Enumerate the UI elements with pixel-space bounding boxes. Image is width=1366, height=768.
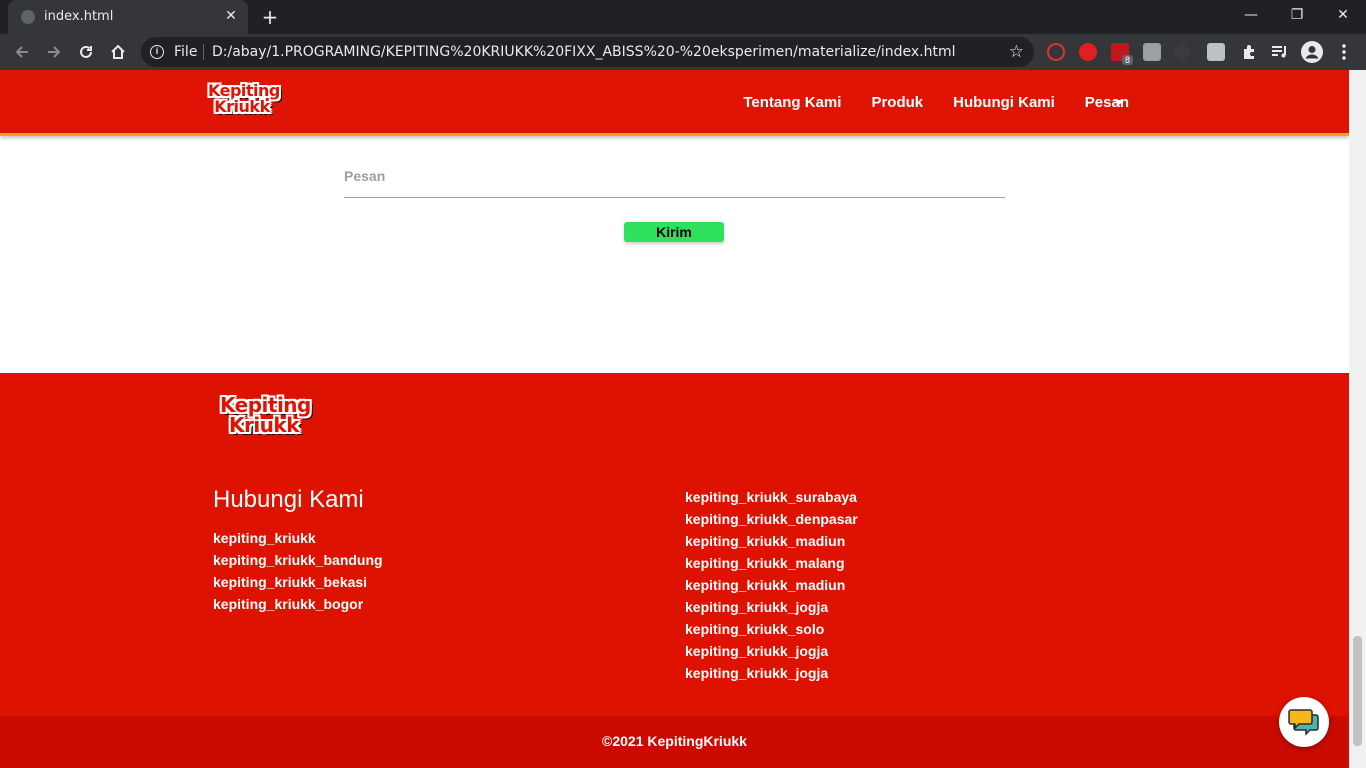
footer-link[interactable]: kepiting_kriukk_jogja (685, 596, 858, 618)
footer-link[interactable]: kepiting_kriukk_bogor (213, 593, 383, 615)
home-button[interactable] (105, 39, 131, 65)
nav-link-hubungi-kami[interactable]: Hubungi Kami (953, 94, 1055, 111)
back-button[interactable] (9, 39, 35, 65)
playlist-icon (1272, 46, 1286, 58)
kirim-button[interactable]: Kirim (624, 222, 724, 242)
browser-menu-button[interactable] (1331, 39, 1357, 65)
eraser-extension-icon[interactable] (1172, 42, 1192, 62)
scrollbar-thumb[interactable] (1353, 636, 1362, 746)
footer-title: Hubungi Kami (213, 486, 364, 513)
window-close-button[interactable]: ✕ (1320, 0, 1366, 30)
dropdown-caret-icon[interactable] (1114, 100, 1124, 105)
more-vert-icon (1342, 44, 1346, 60)
tab-title: index.html (44, 9, 114, 24)
footer-link[interactable]: kepiting_kriukk_malang (685, 552, 858, 574)
message-field[interactable]: Pesan (344, 168, 385, 184)
minimize-button[interactable]: — (1228, 0, 1274, 30)
globe-icon (21, 10, 35, 24)
extension-blocked-icon[interactable] (1047, 43, 1065, 61)
browser-toolbar: i File D:/abay/1.PROGRAMING/KEPITING%20K… (0, 34, 1366, 70)
close-tab-icon[interactable]: ✕ (222, 7, 240, 25)
footer-link[interactable]: kepiting_kriukk (213, 527, 383, 549)
extension-badge: 8 (1122, 55, 1134, 65)
home-icon (111, 44, 125, 59)
site-logo[interactable]: Kepiting Kriukk (208, 83, 280, 116)
footer-link[interactable]: kepiting_kriukk_bekasi (213, 571, 383, 593)
site-footer: Kepiting Kriukk Hubungi Kami kepiting_kr… (0, 373, 1349, 716)
footer-link[interactable]: kepiting_kriukk_bandung (213, 549, 383, 571)
nav-link-tentang-kami[interactable]: Tentang Kami (743, 94, 841, 111)
footer-links-right: kepiting_kriukk_surabaya kepiting_kriukk… (685, 486, 858, 684)
pdf-extension-icon[interactable] (1143, 43, 1161, 61)
footer-link[interactable]: kepiting_kriukk_madiun (685, 574, 858, 596)
copyright-bar: ©2021 KepitingKriukk (0, 716, 1349, 768)
footer-link[interactable]: kepiting_kriukk_jogja (685, 640, 858, 662)
site-navbar: Kepiting Kriukk Tentang Kami Produk Hubu… (0, 70, 1349, 136)
url-text[interactable]: D:/abay/1.PROGRAMING/KEPITING%20KRIUKK%2… (212, 44, 956, 60)
footer-link[interactable]: kepiting_kriukk_jogja (685, 662, 858, 684)
profile-button[interactable] (1299, 39, 1325, 65)
message-field-underline (344, 197, 1005, 198)
footer-logo-line-2: Kriukk (228, 413, 300, 437)
bookmark-star-icon[interactable]: ☆ (1009, 42, 1024, 62)
arrow-right-icon (48, 46, 61, 58)
omnibox-divider (203, 44, 204, 60)
logo-line-2: Kriukk (214, 97, 270, 116)
footer-link[interactable]: kepiting_kriukk_madiun (685, 530, 858, 552)
copyright-text: ©2021 KepitingKriukk (602, 733, 747, 749)
adblock-hand-icon[interactable] (1079, 43, 1097, 61)
footer-link[interactable]: kepiting_kriukk_surabaya (685, 486, 858, 508)
info-icon[interactable]: i (150, 45, 164, 59)
browser-tab-strip: index.html ✕ + — ❐ ✕ (0, 0, 1366, 34)
new-tab-button[interactable]: + (259, 6, 281, 28)
avatar-icon (1301, 41, 1323, 63)
scheme-label: File (174, 44, 198, 60)
nav-link-produk[interactable]: Produk (871, 94, 923, 111)
puzzle-icon (1244, 45, 1254, 59)
address-bar[interactable]: i File D:/abay/1.PROGRAMING/KEPITING%20K… (141, 37, 1034, 67)
chat-bubbles-icon (1288, 709, 1319, 736)
footer-link[interactable]: kepiting_kriukk_solo (685, 618, 858, 640)
browser-tab[interactable]: index.html ✕ (8, 0, 248, 34)
restore-button[interactable]: ❐ (1274, 0, 1320, 30)
footer-logo: Kepiting Kriukk (220, 393, 311, 437)
extensions-button[interactable] (1236, 39, 1262, 65)
photo-extension-icon[interactable] (1207, 43, 1225, 61)
footer-logo-line-1: Kepiting (220, 393, 311, 417)
reload-button[interactable] (73, 39, 99, 65)
arrow-left-icon (15, 46, 28, 58)
forward-button[interactable] (41, 39, 67, 65)
media-control-button[interactable] (1267, 39, 1293, 65)
footer-links-left: kepiting_kriukk kepiting_kriukk_bandung … (213, 527, 383, 615)
reload-icon (80, 45, 92, 58)
nav-links: Tentang Kami Produk Hubungi Kami Pesan (743, 94, 1129, 111)
page-viewport: Kepiting Kriukk Tentang Kami Produk Hubu… (0, 70, 1349, 768)
footer-link[interactable]: kepiting_kriukk_denpasar (685, 508, 858, 530)
chat-button[interactable] (1279, 697, 1329, 747)
page-scrollbar[interactable] (1349, 70, 1366, 768)
